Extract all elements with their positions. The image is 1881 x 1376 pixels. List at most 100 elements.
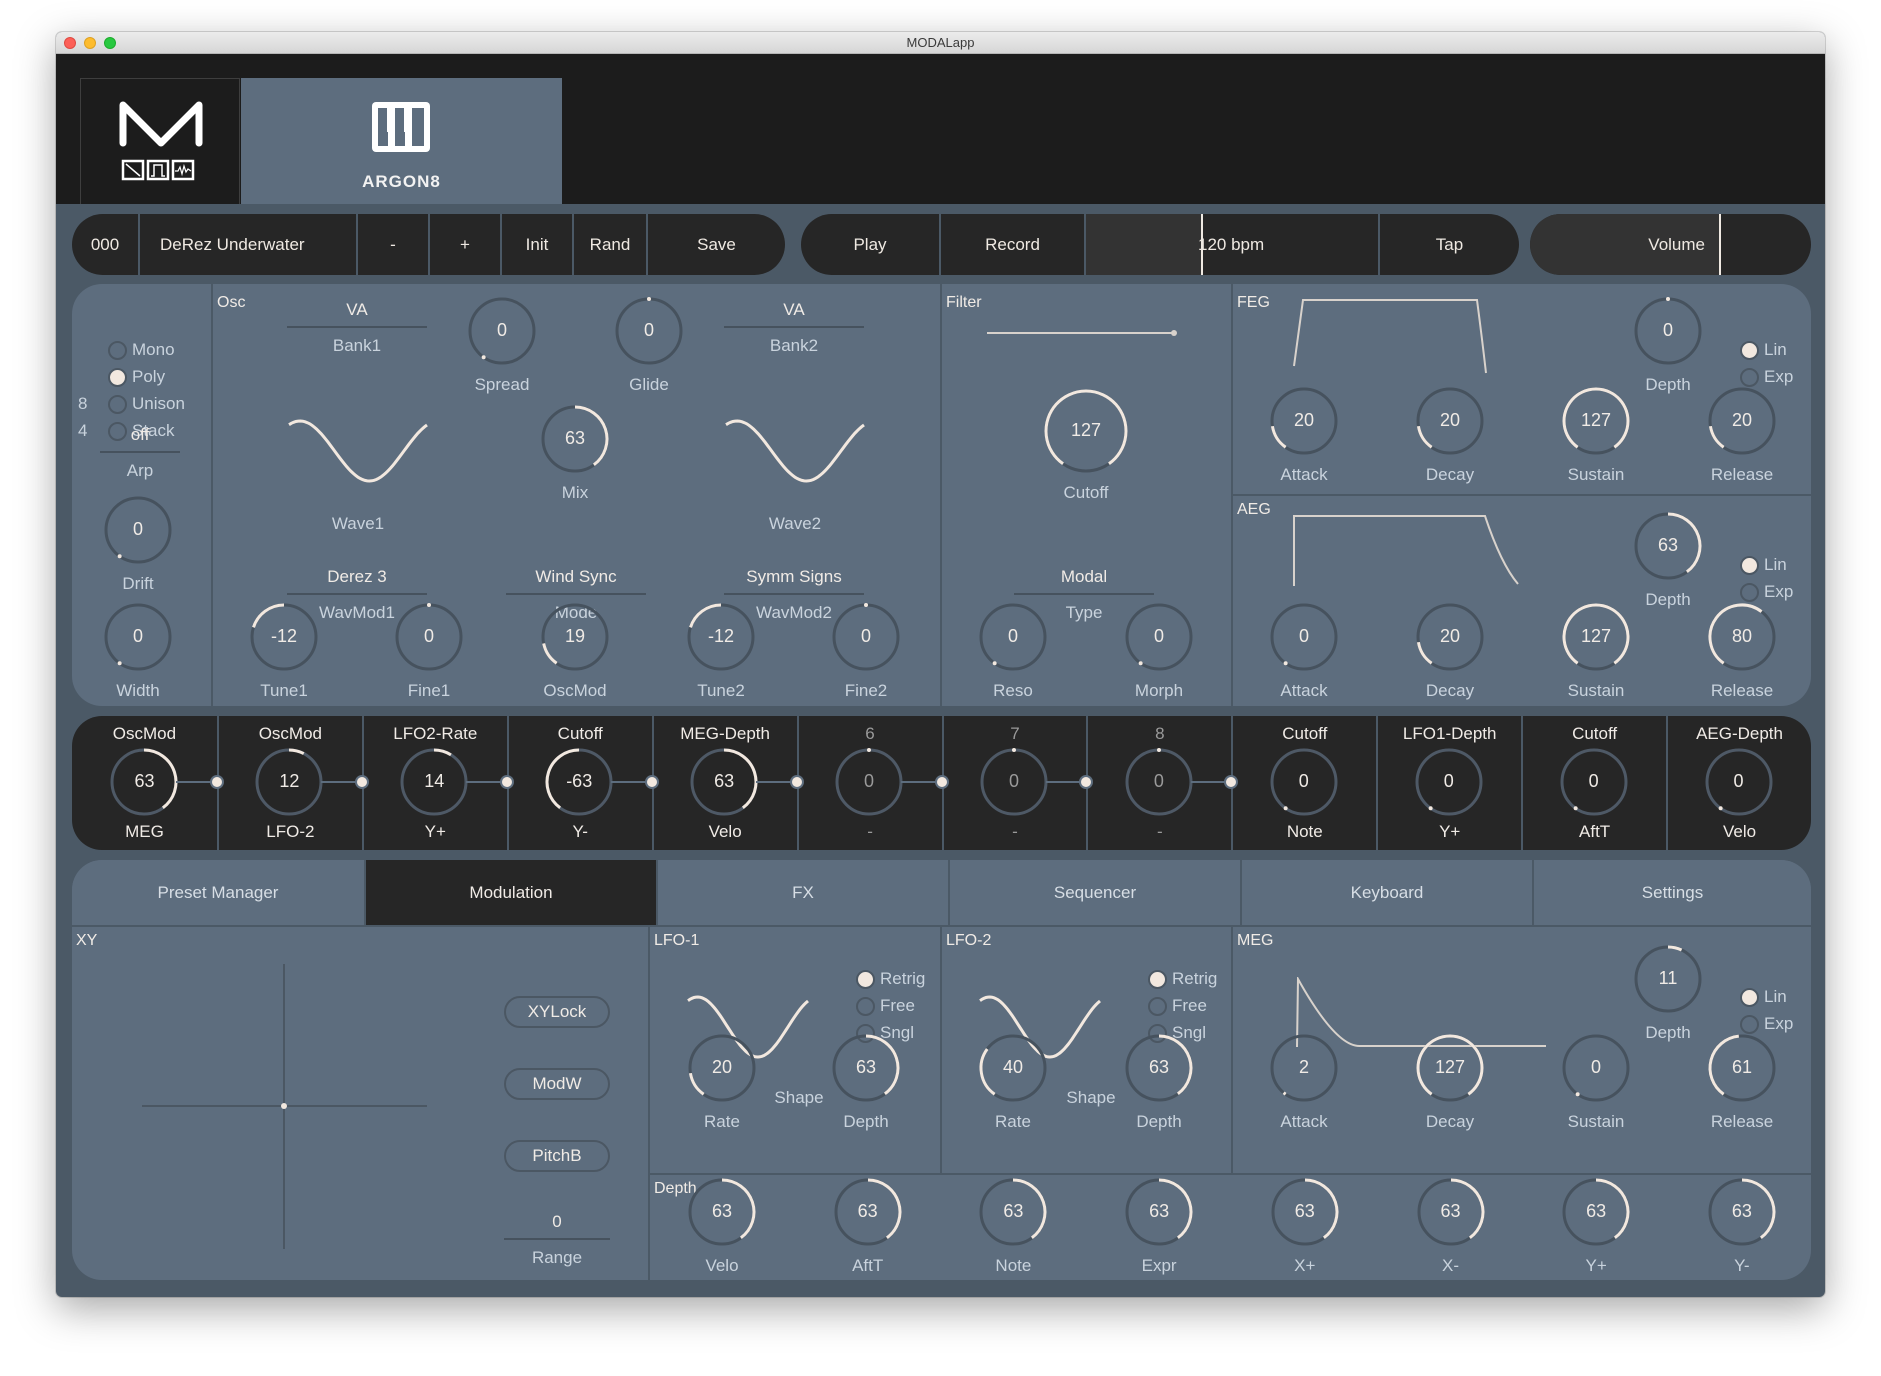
aeg-attack-knob[interactable]: 0 Attack (1268, 601, 1340, 700)
spread-knob[interactable]: 0 Spread (466, 295, 538, 394)
xy-cursor[interactable] (281, 1103, 287, 1109)
xy-pad[interactable] (142, 964, 427, 1249)
mod-chain-toggle[interactable] (354, 775, 369, 789)
meg-release-knob[interactable]: 61 Release (1706, 1032, 1778, 1131)
feg-curve-lin-radio[interactable]: Lin (1740, 340, 1787, 360)
tempo-slider[interactable]: 120 bpm (1086, 214, 1380, 275)
fine1-knob[interactable]: 0 Fine1 (393, 601, 465, 700)
mod-chain-toggle[interactable] (499, 775, 514, 789)
feg-sustain-knob[interactable]: 127 Sustain (1560, 385, 1632, 484)
arp-selector[interactable]: off Arp (100, 425, 180, 481)
bank1-selector[interactable]: VA Bank1 (287, 300, 427, 356)
mod-source[interactable]: Note (1233, 822, 1376, 842)
mod-amount-3-knob[interactable]: 14 (398, 746, 470, 818)
meg-curve-exp-radio[interactable]: Exp (1740, 1014, 1793, 1034)
depth-yminus-knob[interactable]: 63 Y- (1706, 1176, 1778, 1275)
mod-target[interactable]: OscMod (72, 724, 217, 744)
mod-amount-1-knob[interactable]: 63 (108, 746, 180, 818)
mod-amount-4-knob[interactable]: -63 (543, 746, 615, 818)
voice-mode-poly-radio[interactable]: Poly (108, 367, 165, 387)
meg-depth-knob[interactable]: 11 Depth (1632, 943, 1704, 1042)
meg-decay-knob[interactable]: 127 Decay (1414, 1032, 1486, 1131)
mod-target[interactable]: Cutoff (1233, 724, 1376, 744)
mod-target[interactable]: LFO2-Rate (364, 724, 507, 744)
modal-logo[interactable] (80, 78, 240, 204)
aeg-curve-lin-radio[interactable]: Lin (1740, 555, 1787, 575)
mod-amount-11-knob[interactable]: 0 (1558, 746, 1630, 818)
tab-sequencer[interactable]: Sequencer (948, 860, 1240, 925)
mod-amount-12-knob[interactable]: 0 (1703, 746, 1775, 818)
feg-depth-knob[interactable]: 0 Depth (1632, 295, 1704, 394)
mod-source[interactable]: - (944, 822, 1087, 842)
depth-velo-knob[interactable]: 63 Velo (686, 1176, 758, 1275)
wave2-display[interactable] (724, 418, 866, 484)
tab-modulation[interactable]: Modulation (364, 860, 656, 925)
voice-mode-mono-radio[interactable]: Mono (108, 340, 175, 360)
mod-source[interactable]: AftT (1523, 822, 1666, 842)
lfo2-depth-knob[interactable]: 63 Depth (1123, 1032, 1195, 1131)
drift-knob[interactable]: 0 Drift (102, 494, 174, 593)
preset-next-button[interactable]: + (430, 214, 502, 275)
feg-decay-knob[interactable]: 20 Decay (1414, 385, 1486, 484)
pitchb-button[interactable]: PitchB (504, 1140, 610, 1172)
rand-button[interactable]: Rand (574, 214, 648, 275)
init-button[interactable]: Init (502, 214, 574, 275)
aeg-release-knob[interactable]: 80 Release (1706, 601, 1778, 700)
modw-button[interactable]: ModW (504, 1068, 610, 1100)
reso-knob[interactable]: 0 Reso (977, 601, 1049, 700)
morph-knob[interactable]: 0 Morph (1123, 601, 1195, 700)
play-button[interactable]: Play (801, 214, 941, 275)
preset-prev-button[interactable]: - (358, 214, 430, 275)
mod-target[interactable]: 7 (944, 724, 1087, 744)
tap-tempo-button[interactable]: Tap (1380, 214, 1519, 275)
depth-note-knob[interactable]: 63 Note (977, 1176, 1049, 1275)
minimize-window-button[interactable] (84, 37, 96, 49)
mod-source[interactable]: MEG (72, 822, 217, 842)
mod-amount-7-knob[interactable]: 0 (978, 746, 1050, 818)
mod-amount-9-knob[interactable]: 0 (1268, 746, 1340, 818)
xylock-button[interactable]: XYLock (504, 996, 610, 1028)
range-selector[interactable]: 0 Range (504, 1212, 610, 1268)
mod-target[interactable]: 8 (1088, 724, 1231, 744)
aeg-sustain-knob[interactable]: 127 Sustain (1560, 601, 1632, 700)
aeg-depth-knob[interactable]: 63 Depth (1632, 510, 1704, 609)
tab-preset-manager[interactable]: Preset Manager (72, 860, 364, 925)
mod-amount-2-knob[interactable]: 12 (253, 746, 325, 818)
mod-source[interactable]: Velo (1668, 822, 1811, 842)
lfo1-rate-knob[interactable]: 20 Rate (686, 1032, 758, 1131)
mod-chain-toggle[interactable] (934, 775, 949, 789)
tune1-knob[interactable]: -12 Tune1 (248, 601, 320, 700)
meg-curve-lin-radio[interactable]: Lin (1740, 987, 1787, 1007)
mod-chain-toggle[interactable] (209, 775, 224, 789)
mod-amount-6-knob[interactable]: 0 (833, 746, 905, 818)
volume-slider[interactable]: Volume (1530, 214, 1811, 275)
feg-attack-knob[interactable]: 20 Attack (1268, 385, 1340, 484)
mod-target[interactable]: 6 (799, 724, 942, 744)
width-knob[interactable]: 0 Width (102, 601, 174, 700)
mod-target[interactable]: OscMod (219, 724, 362, 744)
mod-target[interactable]: Cutoff (509, 724, 652, 744)
lfo2-rate-knob[interactable]: 40 Rate (977, 1032, 1049, 1131)
mod-source[interactable]: Y+ (1378, 822, 1521, 842)
preset-name-field[interactable]: DeRez Underwater (140, 214, 358, 275)
meg-attack-knob[interactable]: 2 Attack (1268, 1032, 1340, 1131)
feg-release-knob[interactable]: 20 Release (1706, 385, 1778, 484)
mod-amount-10-knob[interactable]: 0 (1413, 746, 1485, 818)
zoom-window-button[interactable] (104, 37, 116, 49)
mod-chain-toggle[interactable] (644, 775, 659, 789)
preset-number[interactable]: 000 (72, 214, 140, 275)
lfo2-mode-retrig-radio[interactable]: Retrig (1148, 969, 1217, 989)
mod-source[interactable]: LFO-2 (219, 822, 362, 842)
mod-target[interactable]: MEG-Depth (654, 724, 797, 744)
wave1-display[interactable] (287, 418, 429, 484)
mod-target[interactable]: LFO1-Depth (1378, 724, 1521, 744)
depth-expr-knob[interactable]: 63 Expr (1123, 1176, 1195, 1275)
voice-mode-unison-radio[interactable]: Unison (108, 394, 185, 414)
mod-source[interactable]: - (799, 822, 942, 842)
lfo1-depth-knob[interactable]: 63 Depth (830, 1032, 902, 1131)
record-button[interactable]: Record (941, 214, 1086, 275)
lfo1-mode-retrig-radio[interactable]: Retrig (856, 969, 925, 989)
fine2-knob[interactable]: 0 Fine2 (830, 601, 902, 700)
mod-chain-toggle[interactable] (789, 775, 804, 789)
mod-source[interactable]: Velo (654, 822, 797, 842)
